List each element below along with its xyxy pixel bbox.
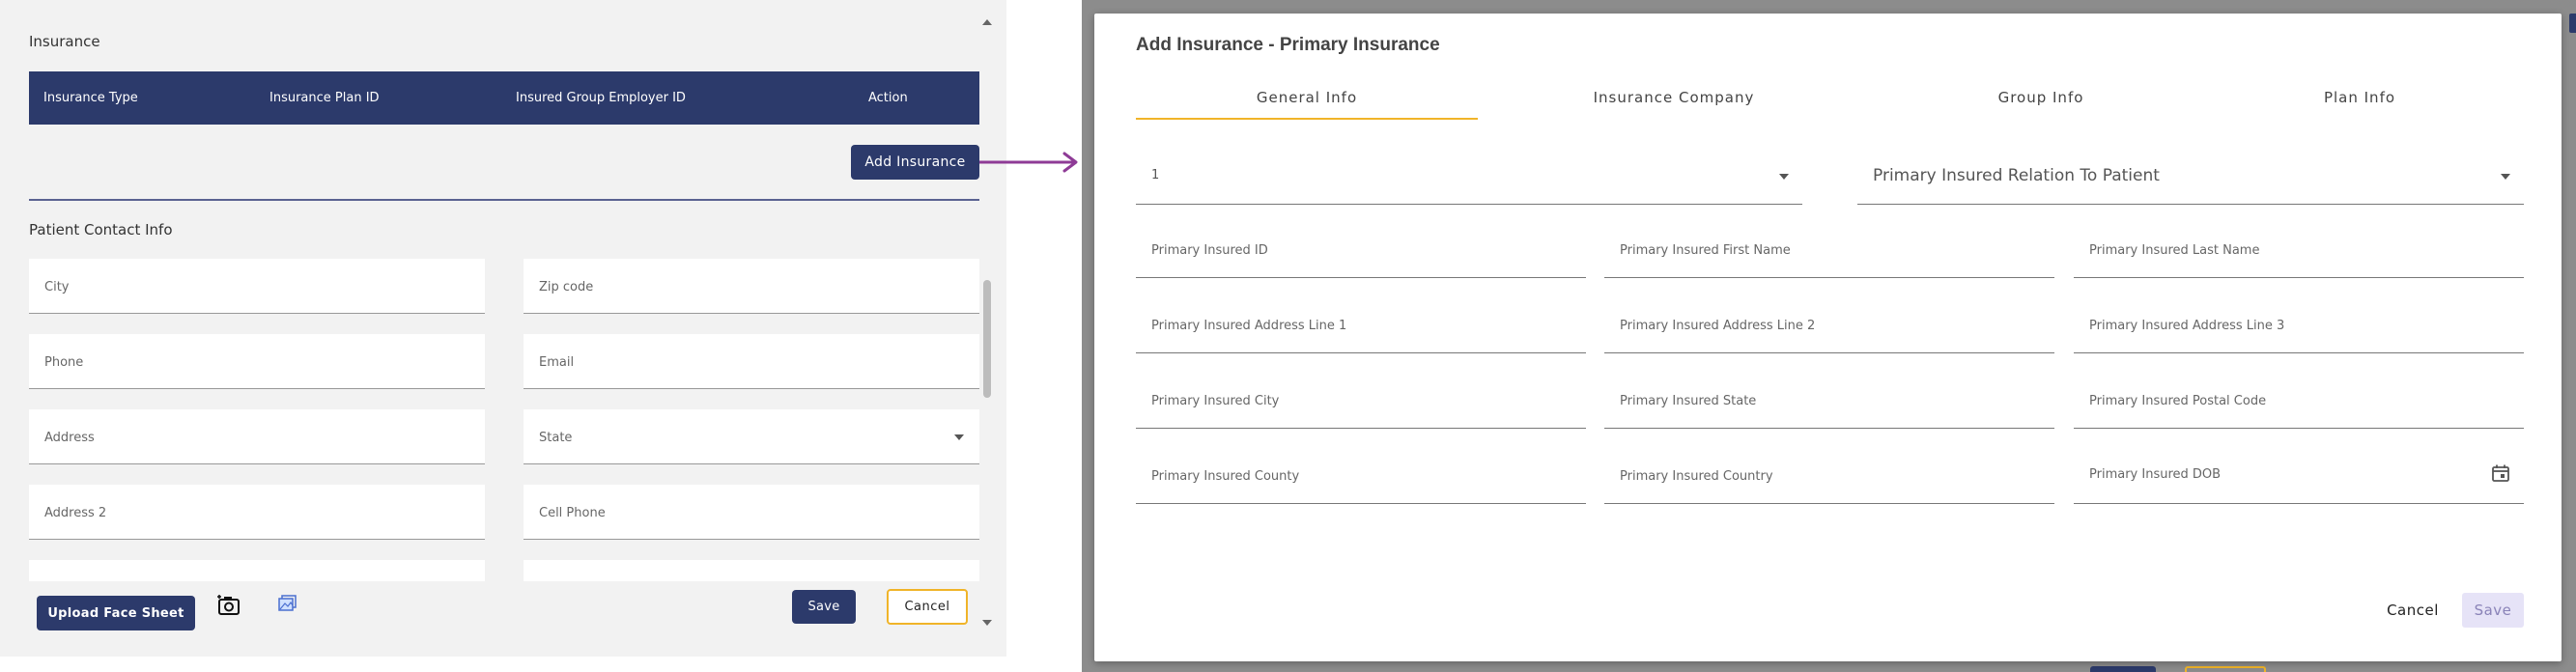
email-label: Email <box>539 355 575 370</box>
active-tab-indicator <box>1136 118 1478 120</box>
primary-insured-first-name-label: Primary Insured First Name <box>1620 243 1791 258</box>
primary-insured-county-label: Primary Insured County <box>1151 469 1300 484</box>
primary-insured-county-field[interactable]: Primary Insured County <box>1136 444 1586 504</box>
background-button-peek <box>2090 666 2156 672</box>
dialog-cancel-button[interactable]: Cancel <box>2379 593 2447 628</box>
address-field[interactable]: Address <box>29 409 485 464</box>
primary-insured-state-field[interactable]: Primary Insured State <box>1604 369 2054 429</box>
city-label: City <box>44 280 70 294</box>
scroll-thumb[interactable] <box>983 280 991 398</box>
address-2-label: Address 2 <box>44 506 107 520</box>
address-2-field[interactable]: Address 2 <box>29 485 485 540</box>
primary-insured-address-line-1-label: Primary Insured Address Line 1 <box>1151 319 1347 333</box>
primary-insured-postal-code-field[interactable]: Primary Insured Postal Code <box>2074 369 2524 429</box>
cell-phone-field[interactable]: Cell Phone <box>524 485 979 540</box>
primary-insured-city-label: Primary Insured City <box>1151 394 1280 408</box>
zip-code-label: Zip code <box>539 280 594 294</box>
state-select[interactable]: State <box>524 409 979 464</box>
background-element-peek <box>2569 14 2576 33</box>
primary-insured-postal-code-label: Primary Insured Postal Code <box>2089 394 2267 408</box>
upload-face-sheet-button[interactable]: Upload Face Sheet <box>37 596 195 630</box>
camera-icon[interactable] <box>216 595 241 616</box>
primary-insured-city-field[interactable]: Primary Insured City <box>1136 369 1586 429</box>
insurance-order-dropdown-icon <box>1779 174 1789 180</box>
primary-insured-address-line-1-field[interactable]: Primary Insured Address Line 1 <box>1136 294 1586 353</box>
scroll-up-icon[interactable] <box>982 19 992 25</box>
tab-plan-info[interactable]: Plan Info <box>2195 89 2524 106</box>
patient-form-panel: Insurance Insurance Type Insurance Plan … <box>0 0 1006 657</box>
col-insurance-plan-id: Insurance Plan ID <box>269 91 380 105</box>
tab-insurance-company[interactable]: Insurance Company <box>1510 89 1838 106</box>
dialog-title: Add Insurance - Primary Insurance <box>1136 35 1440 55</box>
primary-insured-id-label: Primary Insured ID <box>1151 243 1268 258</box>
dialog-save-button[interactable]: Save <box>2462 593 2524 628</box>
patient-contact-heading: Patient Contact Info <box>29 221 173 238</box>
insurance-order-select[interactable]: 1 <box>1136 145 1802 205</box>
left-save-button[interactable]: Save <box>792 590 856 624</box>
state-label: State <box>539 431 573 445</box>
col-action: Action <box>868 91 908 105</box>
partial-field-right[interactable] <box>524 560 979 581</box>
insurance-table-header: Insurance Type Insurance Plan ID Insured… <box>29 71 979 125</box>
primary-insured-dob-field[interactable]: Primary Insured DOB <box>2074 444 2524 504</box>
tab-group-info[interactable]: Group Info <box>1877 89 2205 106</box>
left-scrollbar[interactable] <box>981 14 993 631</box>
calendar-icon[interactable] <box>2491 463 2510 483</box>
primary-insured-address-line-2-field[interactable]: Primary Insured Address Line 2 <box>1604 294 2054 353</box>
primary-insured-dob-label: Primary Insured DOB <box>2089 467 2222 482</box>
col-insurance-type: Insurance Type <box>43 91 138 105</box>
primary-insured-last-name-field[interactable]: Primary Insured Last Name <box>2074 218 2524 278</box>
insurance-heading: Insurance <box>29 33 100 50</box>
col-insured-group-employer-id: Insured Group Employer ID <box>516 91 686 105</box>
relation-to-patient-select[interactable]: Primary Insured Relation To Patient <box>1857 145 2524 205</box>
annotation-arrow-icon <box>979 152 1078 173</box>
zip-code-field[interactable]: Zip code <box>524 259 979 314</box>
image-gallery-icon[interactable] <box>278 595 297 612</box>
phone-label: Phone <box>44 355 84 370</box>
relation-to-patient-label: Primary Insured Relation To Patient <box>1873 166 2160 185</box>
address-label: Address <box>44 431 95 445</box>
primary-insured-country-field[interactable]: Primary Insured Country <box>1604 444 2054 504</box>
partial-field-left[interactable] <box>29 560 485 581</box>
background-button-peek-outline <box>2185 666 2266 672</box>
primary-insured-address-line-2-label: Primary Insured Address Line 2 <box>1620 319 1816 333</box>
scroll-down-icon[interactable] <box>982 620 992 626</box>
insurance-order-value: 1 <box>1151 168 1160 182</box>
add-insurance-button[interactable]: Add Insurance <box>851 145 979 180</box>
left-cancel-button[interactable]: Cancel <box>887 589 968 625</box>
primary-insured-first-name-field[interactable]: Primary Insured First Name <box>1604 218 2054 278</box>
city-field[interactable]: City <box>29 259 485 314</box>
primary-insured-state-label: Primary Insured State <box>1620 394 1757 408</box>
cell-phone-label: Cell Phone <box>539 506 606 520</box>
add-insurance-dialog: Add Insurance - Primary Insurance Genera… <box>1094 14 2562 661</box>
tab-general-info[interactable]: General Info <box>1136 89 1478 106</box>
primary-insured-address-line-3-label: Primary Insured Address Line 3 <box>2089 319 2285 333</box>
phone-field[interactable]: Phone <box>29 334 485 389</box>
section-divider <box>29 199 979 201</box>
primary-insured-address-line-3-field[interactable]: Primary Insured Address Line 3 <box>2074 294 2524 353</box>
primary-insured-last-name-label: Primary Insured Last Name <box>2089 243 2260 258</box>
state-dropdown-icon <box>954 434 964 440</box>
primary-insured-id-field[interactable]: Primary Insured ID <box>1136 218 1586 278</box>
relation-dropdown-icon <box>2501 174 2510 180</box>
email-field[interactable]: Email <box>524 334 979 389</box>
primary-insured-country-label: Primary Insured Country <box>1620 469 1773 484</box>
